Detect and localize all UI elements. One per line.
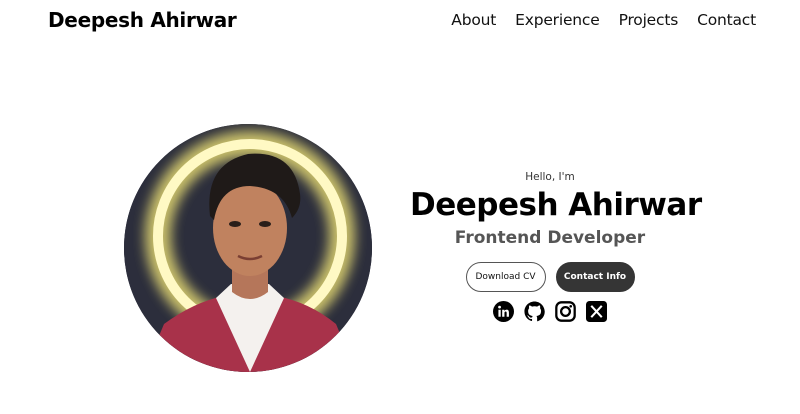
github-icon[interactable] bbox=[524, 301, 545, 322]
nav-link-about[interactable]: About bbox=[451, 11, 496, 29]
contact-info-button[interactable]: Contact Info bbox=[555, 262, 635, 292]
nav-links: About Experience Projects Contact bbox=[451, 11, 756, 29]
nav-link-experience[interactable]: Experience bbox=[515, 11, 600, 29]
linkedin-icon[interactable] bbox=[493, 301, 514, 322]
nav-link-projects[interactable]: Projects bbox=[619, 11, 679, 29]
hero-intro: Hello, I'm Deepesh Ahirwar Frontend Deve… bbox=[410, 166, 702, 322]
greeting-text: Hello, I'm bbox=[525, 171, 575, 183]
x-icon[interactable] bbox=[586, 301, 607, 322]
profile-illustration bbox=[124, 124, 372, 372]
instagram-icon[interactable] bbox=[555, 301, 576, 322]
download-cv-button[interactable]: Download CV bbox=[465, 262, 546, 292]
nav-link-contact[interactable]: Contact bbox=[697, 11, 756, 29]
top-nav: Deepesh Ahirwar About Experience Project… bbox=[0, 0, 800, 42]
profile-picture bbox=[124, 124, 372, 372]
hero-name: Deepesh Ahirwar bbox=[410, 187, 702, 223]
hero-buttons: Download CV Contact Info bbox=[410, 262, 690, 292]
social-links bbox=[410, 301, 690, 322]
site-logo[interactable]: Deepesh Ahirwar bbox=[48, 8, 237, 32]
hero-role: Frontend Developer bbox=[454, 228, 646, 248]
